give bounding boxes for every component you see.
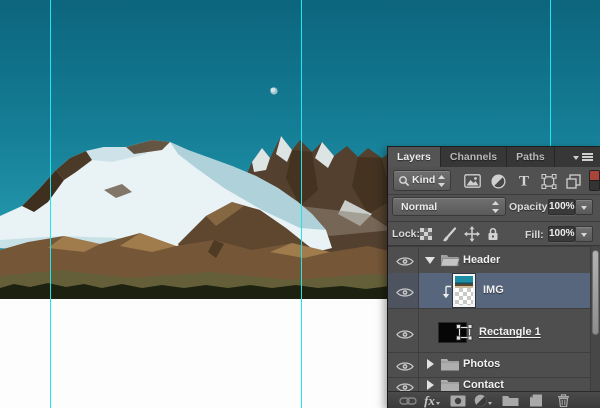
opacity-value-field[interactable]: 100% [548, 199, 575, 215]
tab-channels[interactable]: Channels [441, 147, 508, 168]
visibility-eye-icon[interactable] [396, 285, 414, 303]
layer-name[interactable]: Header [463, 254, 500, 266]
panel-footer-bar: fx [388, 391, 600, 408]
visibility-eye-icon[interactable] [396, 359, 414, 377]
stepper-icon [492, 201, 499, 213]
chevron-down-icon [580, 232, 587, 237]
filter-toggle-off [590, 181, 599, 190]
smart-object-filter-icon[interactable] [562, 173, 584, 189]
new-adjustment-layer-icon[interactable] [472, 392, 494, 408]
thumbnail-photo [455, 276, 473, 288]
fill-dropdown-button[interactable] [575, 226, 593, 242]
lock-pixels-brush-icon[interactable] [440, 226, 458, 242]
group-folder-icon [440, 357, 460, 376]
layers-list: Header IMG Rectangle 1 Photos Contact [388, 246, 600, 391]
layer-style-icon[interactable]: fx [421, 392, 443, 408]
transparency-checker [455, 288, 473, 305]
clipping-mask-arrow-icon [442, 285, 452, 304]
lock-all-icon[interactable] [485, 226, 501, 242]
visibility-eye-icon[interactable] [396, 254, 414, 272]
expand-collapse-triangle[interactable] [427, 380, 434, 390]
scrollbar-thumb[interactable] [592, 250, 599, 335]
tab-layers[interactable]: Layers [388, 147, 441, 168]
opacity-dropdown-button[interactable] [575, 199, 593, 215]
delete-layer-icon[interactable] [552, 392, 574, 408]
layer-name[interactable]: Photos [463, 358, 500, 370]
layer-name[interactable]: Contact [463, 379, 504, 391]
tab-paths[interactable]: Paths [507, 147, 555, 168]
visibility-eye-icon[interactable] [396, 380, 414, 391]
filter-toggle-on [590, 171, 599, 181]
fx-label: fx [424, 393, 435, 408]
add-layer-mask-icon[interactable] [447, 392, 469, 408]
layer-name[interactable]: IMG [483, 284, 504, 296]
new-group-icon[interactable] [499, 392, 521, 408]
shape-layer-filter-icon[interactable] [538, 173, 560, 189]
photoshop-workspace: Layers Channels Paths Kind T Normal Opac… [0, 0, 600, 408]
lock-row: Lock: Fill: 100% [388, 222, 600, 246]
lock-label: Lock: [392, 228, 421, 240]
fill-value-field[interactable]: 100% [548, 226, 575, 242]
vertical-guide-2 [301, 0, 302, 408]
chevron-down-icon [573, 156, 579, 160]
chevron-down-icon [488, 402, 492, 405]
svg-text:T: T [519, 173, 529, 188]
panel-tab-bar: Layers Channels Paths [388, 146, 600, 168]
kind-label: Kind [412, 174, 436, 186]
kind-filter-dropdown[interactable]: Kind [393, 170, 451, 191]
expand-collapse-triangle[interactable] [425, 257, 435, 264]
fill-label: Fill: [525, 229, 544, 241]
link-layers-icon[interactable] [397, 392, 419, 408]
adjustment-layer-filter-icon[interactable] [487, 173, 509, 189]
type-layer-filter-icon[interactable]: T [513, 172, 535, 188]
blend-row: Normal Opacity: 100% [388, 195, 600, 222]
chevron-down-icon [580, 205, 587, 210]
blend-mode-dropdown[interactable]: Normal [392, 197, 506, 216]
blend-mode-value: Normal [401, 200, 438, 213]
vector-mask-icon [456, 324, 473, 346]
vertical-guide-1 [50, 0, 51, 408]
filter-row: Kind T [388, 167, 600, 195]
expand-collapse-triangle[interactable] [427, 359, 434, 369]
lock-position-icon[interactable] [463, 226, 481, 242]
opacity-label: Opacity: [509, 201, 552, 213]
layer-thumbnail[interactable] [453, 274, 475, 307]
layer-filtering-toggle[interactable] [589, 170, 600, 191]
group-folder-icon [440, 252, 460, 272]
lock-transparency-icon[interactable] [418, 226, 434, 242]
panel-menu-button[interactable] [573, 153, 593, 163]
chevron-down-icon [435, 402, 440, 405]
stepper-icon [438, 175, 445, 187]
new-layer-icon[interactable] [525, 392, 547, 408]
visibility-eye-icon[interactable] [396, 327, 414, 345]
group-folder-icon [440, 378, 460, 391]
pixel-layer-filter-icon[interactable] [461, 173, 483, 189]
layers-panel: Layers Channels Paths Kind T Normal Opac… [387, 146, 600, 408]
search-icon [399, 176, 410, 187]
eye-column-divider [418, 246, 419, 391]
vertical-guide-3 [550, 0, 551, 146]
layer-name[interactable]: Rectangle 1 [479, 326, 541, 338]
